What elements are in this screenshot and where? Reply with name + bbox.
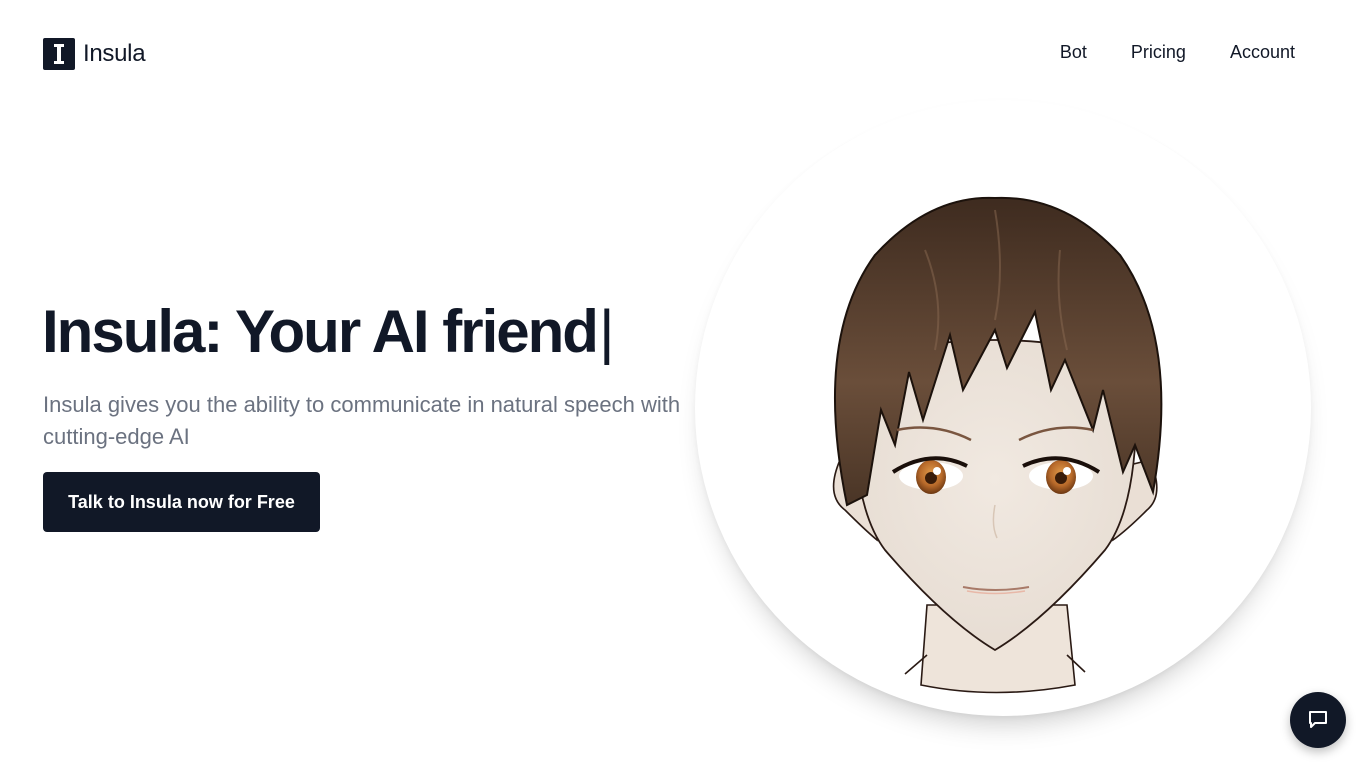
chat-bubble-icon <box>1306 707 1330 734</box>
hero-title: Insula: Your AI friend| <box>42 296 615 368</box>
nav-link-pricing[interactable]: Pricing <box>1131 42 1186 63</box>
talk-to-insula-button[interactable]: Talk to Insula now for Free <box>43 472 320 532</box>
avatar-circle <box>695 100 1311 716</box>
anime-character-face-icon <box>832 196 1163 694</box>
hero-subtitle: Insula gives you the ability to communic… <box>43 392 681 449</box>
logo-mark-icon <box>43 38 75 70</box>
typing-caret: | <box>598 298 615 365</box>
chat-widget-button[interactable] <box>1290 692 1346 748</box>
site-header: Insula Bot Pricing Account <box>0 0 1366 110</box>
main-nav: Bot Pricing Account <box>1060 42 1295 63</box>
brand-logo-link[interactable]: Insula <box>43 38 146 70</box>
brand-name: Insula <box>83 40 146 67</box>
hero-title-text: Insula: Your AI friend <box>42 298 599 365</box>
nav-link-bot[interactable]: Bot <box>1060 42 1087 63</box>
nav-link-account[interactable]: Account <box>1230 42 1295 63</box>
